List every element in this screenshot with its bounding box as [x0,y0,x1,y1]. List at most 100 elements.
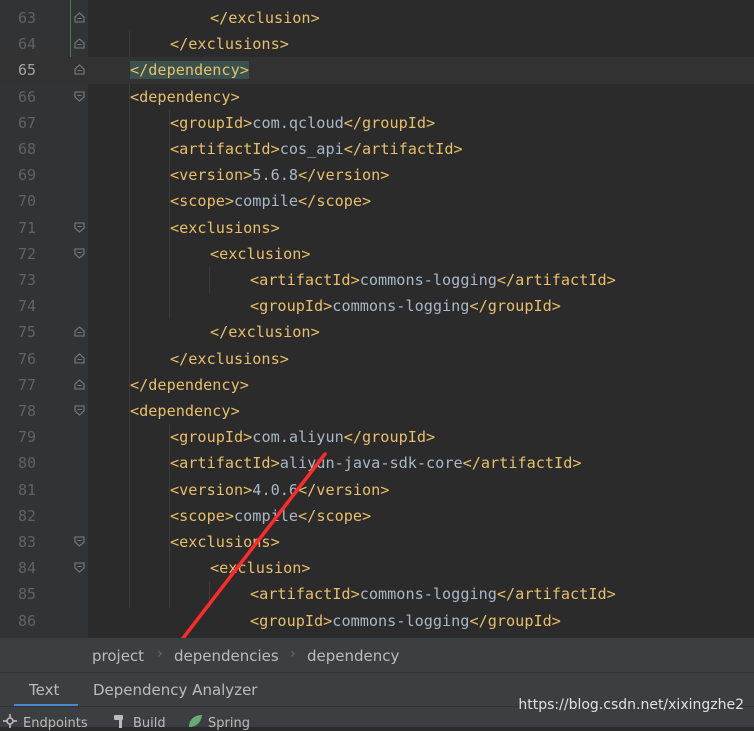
breadcrumb-item-project[interactable]: project [92,647,144,665]
code-line[interactable]: 67 <groupId>com.qcloud</groupId> [0,110,754,136]
code-text: <exclusion> [90,241,311,267]
code-line[interactable]: 76 </exclusions> [0,346,754,372]
breadcrumb: project › dependencies › dependency [0,638,754,672]
code-text: <artifactId>commons-logging</artifactId> [90,581,616,607]
code-line[interactable]: 64 </exclusions> [0,31,754,57]
code-line[interactable]: 84 <exclusion> [0,555,754,581]
code-line[interactable]: 78 <dependency> [0,398,754,424]
xml-tag: <exclusions> [170,218,280,237]
xml-tag: <groupId> [250,611,333,630]
code-line[interactable]: 66 <dependency> [0,84,754,110]
code-text: <exclusions> [90,215,280,241]
spring-tool-button[interactable]: Spring [187,713,250,731]
line-number: 77 [17,375,36,394]
code-line[interactable]: 63 </exclusion> [0,5,754,31]
code-line[interactable]: 73 <artifactId>commons-logging</artifactI… [0,267,754,293]
code-line[interactable]: 82 <scope>compile</scope> [0,503,754,529]
fold-end-icon[interactable] [74,352,85,364]
code-line[interactable]: 74 <groupId>commons-logging</groupId> [0,293,754,319]
xml-tag: </exclusion> [210,323,320,342]
code-text: <groupId>com.aliyun</groupId> [90,424,435,450]
code-line[interactable]: 81 <version>4.0.6</version> [0,477,754,503]
spring-leaf-icon [189,715,202,727]
fold-end-icon[interactable] [74,326,85,337]
tab-text[interactable]: Text [29,681,59,699]
fold-end-icon[interactable] [74,12,85,23]
fold-end-icon[interactable] [74,38,85,49]
xml-tag: <artifactId> [170,140,280,158]
code-line[interactable]: 71 <exclusions> [0,215,754,241]
xml-tag: </artifactId> [343,140,463,158]
fold-start-icon[interactable] [74,248,85,259]
xml-value: com.aliyun [252,428,344,447]
breadcrumb-item-dependency[interactable]: dependency [307,647,399,665]
code-line[interactable]: 70 <scope>compile</scope> [0,188,754,214]
tab-dependency-analyzer[interactable]: Dependency Analyzer [93,681,257,699]
xml-tag: </artifactId> [496,271,616,289]
xml-tag: </scope> [298,192,372,211]
fold-end-icon[interactable] [74,64,85,75]
code-line[interactable]: 75 </exclusion> [0,319,754,345]
xml-value: cos_api [279,140,344,158]
code-text: </exclusions> [90,31,289,57]
fold-start-icon[interactable] [74,91,85,102]
xml-tag: <artifactId> [250,585,360,604]
xml-tag: </exclusions> [170,349,289,368]
line-number: 68 [17,140,36,158]
xml-tag: <groupId> [170,428,253,447]
xml-tag: <version> [170,480,253,499]
code-text: <artifactId>cos_api</artifactId> [90,136,463,162]
xml-tag: </artifactId> [496,585,616,604]
xml-tag: </dependency> [130,61,249,80]
line-number: 65 [17,61,36,80]
line-number: 69 [17,166,36,185]
xml-tag: <scope> [170,192,235,211]
code-line[interactable]: 83 <exclusions> [0,529,754,555]
xml-tag: </groupId> [343,113,436,132]
xml-tag: <scope> [170,506,235,525]
line-number: 78 [17,402,36,420]
xml-value: 4.0.6 [252,480,299,499]
code-line[interactable]: 68 <artifactId>cos_api</artifactId> [0,136,754,162]
build-label: Build [133,716,166,731]
code-line[interactable]: 69 <version>5.6.8</version> [0,162,754,188]
xml-tag: <dependency> [130,87,240,106]
fold-start-icon[interactable] [74,562,85,573]
xml-tag: </scope> [298,506,372,525]
code-text: <scope>compile</scope> [90,503,371,529]
line-number: 80 [17,454,36,473]
line-number: 79 [17,428,36,447]
breadcrumb-item-dependencies[interactable]: dependencies [174,647,279,665]
code-line[interactable]: 65 </dependency> [0,57,754,84]
fold-start-icon[interactable] [74,405,85,416]
xml-value: compile [234,506,299,525]
build-tool-button[interactable]: Build [112,713,166,731]
code-text: </exclusion> [90,319,320,345]
code-line[interactable]: 86 <groupId>commons-logging</groupId> [0,608,754,634]
endpoints-tool-button[interactable]: Endpoints [2,713,88,731]
code-line[interactable]: 80 <artifactId>aliyun-java-sdk-core</arti… [0,450,754,476]
line-number: 82 [17,506,36,525]
fold-start-icon[interactable] [74,536,85,547]
line-number: 76 [17,349,36,368]
xml-value: com.qcloud [252,113,344,132]
xml-value: commons-logging [332,297,470,316]
fold-start-icon[interactable] [74,222,85,233]
xml-tag: <version> [170,166,253,185]
code-line[interactable]: 77 </dependency> [0,372,754,398]
code-editor[interactable]: 63 </exclusion> 64 </exclusions> 65 </depende… [0,0,754,638]
code-line[interactable]: 79 <groupId>com.aliyun</groupId> [0,424,754,450]
xml-value: commons-logging [359,271,497,289]
line-number: 75 [17,323,36,342]
breadcrumb-separator-icon: › [290,646,296,662]
code-text: <scope>compile</scope> [90,188,371,214]
code-text: </exclusions> [90,346,289,372]
fold-end-icon[interactable] [74,379,85,390]
code-line[interactable]: 85 <artifactId>commons-logging</artifactI… [0,581,754,607]
code-text: <groupId>com.qcloud</groupId> [90,110,435,136]
code-text: <artifactId>commons-logging</artifactId> [90,267,616,293]
code-text: <artifactId>aliyun-java-sdk-core</artifa… [90,450,581,476]
code-line[interactable]: 72 <exclusion> [0,241,754,267]
line-number: 86 [17,611,36,630]
line-number: 72 [17,244,36,263]
